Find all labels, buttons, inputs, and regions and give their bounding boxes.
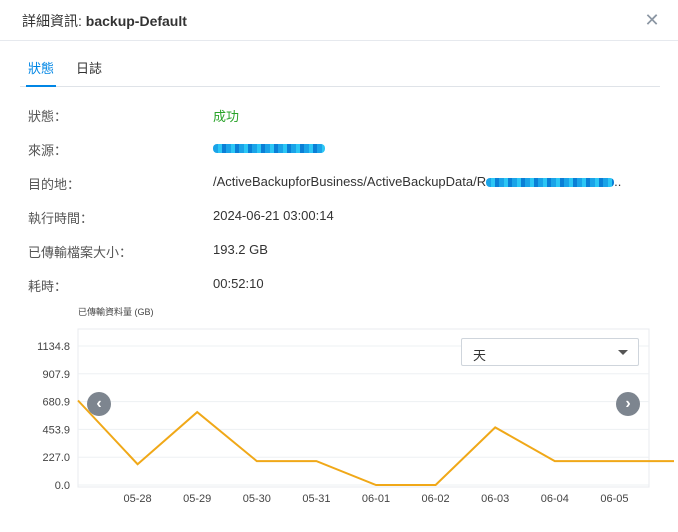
chevron-right-icon: ›	[625, 395, 631, 412]
y-tick-label: 453.9	[42, 424, 70, 436]
source-value	[213, 140, 325, 155]
y-axis-ticks: 1134.8 907.9 680.9 453.9 227.0 0.0	[37, 341, 70, 492]
x-tick-label: 06-01	[362, 493, 390, 505]
x-tick-label: 05-31	[302, 493, 330, 505]
run-time-value: 2024-06-21 03:00:14	[213, 208, 334, 223]
y-tick-label: 227.0	[42, 452, 70, 464]
status-value: 成功	[213, 109, 240, 124]
destination-path: /ActiveBackupforBusiness/ActiveBackupDat…	[213, 174, 487, 189]
redacted-source-mark	[213, 144, 325, 154]
duration-label: 耗時：	[28, 279, 68, 294]
range-dropdown-value: 天	[473, 348, 487, 363]
chevron-left-icon: ‹	[96, 395, 102, 412]
redacted-destination-mark	[486, 178, 615, 188]
range-dropdown[interactable]: 天	[461, 338, 639, 366]
x-tick-label: 06-04	[541, 493, 569, 505]
tab-bar: 狀態 日誌	[20, 48, 660, 87]
source-label: 來源：	[28, 143, 68, 158]
y-tick-label: 907.9	[42, 369, 70, 381]
title-task-name: backup-Default	[85, 13, 187, 29]
y-tick-label: 0.0	[55, 480, 70, 492]
destination-ellipsis: ..	[614, 174, 622, 189]
chevron-down-icon	[618, 350, 628, 355]
transferred-size-value: 193.2 GB	[213, 242, 268, 257]
run-time-label: 執行時間：	[28, 211, 94, 226]
tab-status[interactable]: 狀態	[25, 58, 57, 87]
title-prefix: 詳細資訊:	[22, 13, 82, 29]
y-tick-label: 1134.8	[37, 341, 70, 353]
y-tick-label: 680.9	[42, 397, 70, 409]
destination-value: /ActiveBackupforBusiness/ActiveBackupDat…	[213, 174, 621, 189]
dialog-title: 詳細資訊: backup-Default	[22, 11, 187, 31]
status-label: 狀態：	[28, 109, 68, 124]
close-icon[interactable]: ✕	[642, 10, 662, 30]
x-tick-label: 05-28	[124, 493, 152, 505]
transferred-size-label: 已傳輸檔案大小：	[28, 245, 133, 260]
destination-label: 目的地：	[28, 177, 81, 192]
duration-value: 00:52:10	[213, 276, 264, 291]
x-tick-label: 05-29	[183, 493, 211, 505]
x-axis-ticks: 05-28 05-29 05-30 05-31 06-01 06-02 06-03 06-04…	[124, 493, 629, 505]
x-tick-label: 06-02	[422, 493, 450, 505]
dialog-title-bar: 詳細資訊: backup-Default ✕	[0, 0, 678, 41]
x-tick-label: 06-05	[600, 493, 628, 505]
x-tick-label: 05-30	[243, 493, 271, 505]
chart-y-axis-title: 已傳輸資料量 (GB)	[78, 307, 154, 317]
chart-prev-button[interactable]: ‹	[87, 392, 111, 416]
chart-next-button[interactable]: ›	[616, 392, 640, 416]
x-tick-label: 06-03	[481, 493, 509, 505]
tab-log[interactable]: 日誌	[76, 58, 102, 77]
